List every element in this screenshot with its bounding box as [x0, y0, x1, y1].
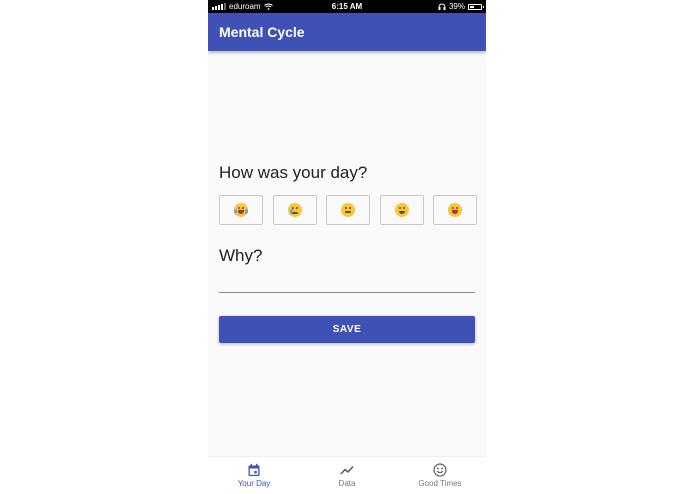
nav-item-your-day[interactable]: Your Day: [208, 457, 300, 494]
smile-icon: [433, 463, 447, 477]
mood-selector: [219, 195, 477, 225]
star-struck-face-icon: [448, 203, 462, 217]
nav-item-good-times[interactable]: Good Times: [394, 457, 486, 494]
status-right: 39%: [438, 0, 484, 13]
reason-label: Why?: [219, 246, 263, 265]
app-screen: eduroam 6:15 AM 39% Mental Cycle How was…: [208, 0, 486, 494]
mood-option-neutral[interactable]: [326, 195, 370, 225]
nav-label-good-times: Good Times: [418, 479, 462, 488]
app-bar: Mental Cycle: [208, 13, 486, 51]
save-button[interactable]: SAVE: [219, 316, 475, 343]
status-bar: eduroam 6:15 AM 39%: [208, 0, 486, 13]
mood-option-sad[interactable]: [273, 195, 317, 225]
battery-percent: 39%: [448, 2, 465, 11]
calendar-icon: [248, 463, 260, 476]
sad-tear-face-icon: [288, 203, 302, 217]
battery-level-fill: [470, 5, 474, 8]
headphones-icon: [438, 3, 446, 10]
bottom-navigation: Your Day Data Good Times: [208, 456, 486, 494]
trending-line-icon: [340, 465, 354, 475]
mood-option-star-struck[interactable]: [433, 195, 477, 225]
app-title: Mental Cycle: [219, 24, 305, 40]
reason-input[interactable]: [219, 272, 475, 293]
nav-item-data[interactable]: Data: [301, 457, 393, 494]
mood-question: How was your day?: [219, 163, 368, 182]
battery-icon: [468, 3, 484, 10]
mood-option-happy[interactable]: [380, 195, 424, 225]
mood-option-crying[interactable]: [219, 195, 263, 225]
nav-label-your-day: Your Day: [237, 479, 271, 488]
smiling-face-icon: [395, 203, 409, 217]
nav-label-data: Data: [338, 479, 356, 488]
crying-face-icon: [234, 203, 248, 217]
neutral-face-icon: [341, 203, 355, 217]
